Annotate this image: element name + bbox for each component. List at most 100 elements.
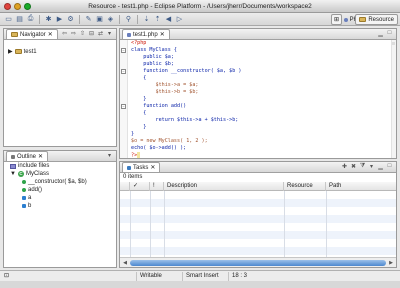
print-icon[interactable]: ⎙ (26, 15, 35, 24)
table-row[interactable] (120, 247, 396, 255)
fold-toggle-icon[interactable]: − (121, 69, 126, 74)
task-count: 0 items (123, 174, 143, 180)
table-row[interactable] (120, 199, 396, 207)
tasks-view: Tasks ✕ ✚ ✖ ⧩ ▾ ▁ □ 0 items ✓ ! Descript… (119, 161, 397, 268)
column-divider (150, 191, 151, 257)
navigator-view: Navigator ✕ ⇦ ⇨ ⇧ ⊟ ⇄ ▾ ▶ test1 (3, 28, 117, 147)
view-menu-icon[interactable]: ▾ (106, 152, 113, 159)
scrollbar-thumb[interactable] (130, 260, 386, 266)
zoom-window-button[interactable] (24, 3, 31, 10)
tab-tasks[interactable]: Tasks ✕ (122, 162, 161, 172)
scroll-right-icon[interactable]: ▶ (387, 259, 395, 267)
status-cursor-position: 18 : 3 (228, 272, 268, 281)
expand-arrow-icon[interactable]: ▶ (8, 48, 13, 55)
fold-toggle-icon[interactable]: − (121, 48, 126, 53)
tree-item-project[interactable]: ▶ test1 (8, 48, 37, 56)
search-icon[interactable]: ⚲ (124, 15, 133, 24)
code-line: <?php (131, 40, 147, 46)
outline-item[interactable]: ▼ C MyClass (10, 171, 49, 177)
column-completed[interactable]: ✓ (130, 182, 150, 191)
new-php-file-icon[interactable]: ▣ (95, 15, 104, 24)
tasks-tabbar: Tasks ✕ ✚ ✖ ⧩ ▾ ▁ □ (120, 162, 396, 173)
code-area[interactable]: − − − <?php class MyClass { public $a; p… (120, 40, 396, 158)
outline-item[interactable]: a (22, 195, 31, 201)
close-icon[interactable]: ✕ (150, 164, 155, 171)
external-tools-icon[interactable]: ⚙ (66, 15, 75, 24)
save-icon[interactable]: ▤ (15, 15, 24, 24)
maximize-icon[interactable]: □ (386, 30, 393, 37)
collapse-arrow-icon[interactable]: ▼ (10, 171, 16, 177)
back-icon[interactable]: ⇦ (61, 30, 68, 37)
column-resource[interactable]: Resource (284, 182, 326, 191)
outline-view: Outline ✕ ▾ include files ▼ C MyClass __… (3, 150, 117, 268)
outline-item[interactable]: include files (10, 163, 49, 169)
debug-icon[interactable]: ✱ (44, 15, 53, 24)
overview-marker[interactable] (392, 42, 395, 45)
forward-icon[interactable]: ▷ (175, 15, 184, 24)
main-toolbar: ▭ ▤ ⎙ ✱ ▶ ⚙ ✎ ▣ ◈ ⚲ ⇣ ⇡ ◀ ▷ ⊞ PHP Resour… (0, 13, 400, 26)
horizontal-scrollbar[interactable]: ◀ ▶ (120, 257, 396, 267)
window-title: Resource - test1.php - Eclipse Platform … (88, 2, 312, 10)
filter-icon[interactable]: ⧩ (359, 163, 366, 170)
column-spacer (120, 182, 130, 191)
run-icon[interactable]: ▶ (55, 15, 64, 24)
navigator-icon (11, 32, 18, 37)
resource-perspective-button[interactable]: Resource (355, 14, 398, 25)
minimize-icon[interactable]: ▁ (377, 30, 384, 37)
next-annotation-icon[interactable]: ⇣ (142, 15, 151, 24)
column-priority[interactable]: ! (150, 182, 164, 191)
table-row[interactable] (120, 231, 396, 239)
view-menu-icon[interactable]: ▾ (106, 30, 113, 37)
collapse-all-icon[interactable]: ⊟ (88, 30, 95, 37)
outline-item-label: a (28, 195, 32, 201)
toolbar-divider (79, 14, 80, 24)
tasks-icon (127, 165, 131, 170)
class-icon: C (17, 171, 24, 177)
minimize-icon[interactable]: ▁ (377, 163, 384, 170)
toolbar-divider (119, 14, 120, 24)
scroll-left-icon[interactable]: ◀ (121, 259, 129, 267)
tasks-title: Tasks (133, 164, 149, 171)
fold-toggle-icon[interactable]: − (121, 104, 126, 109)
outline-actions: ▾ (106, 152, 113, 159)
code-line: { (131, 75, 147, 81)
open-type-icon[interactable]: ◈ (106, 15, 115, 24)
code-line: $o = new MyClass( 1, 2 ); (131, 138, 208, 144)
view-menu-icon[interactable]: ▾ (368, 163, 375, 170)
include-icon (10, 163, 16, 169)
fast-view-icon[interactable]: ⊡ (4, 272, 9, 279)
add-task-icon[interactable]: ✚ (341, 163, 348, 170)
close-icon[interactable]: ✕ (38, 153, 43, 160)
status-writable: Writable (136, 272, 182, 281)
field-icon (22, 204, 26, 208)
close-window-button[interactable] (4, 3, 11, 10)
tab-navigator[interactable]: Navigator ✕ (6, 29, 58, 39)
new-php-project-icon[interactable]: ✎ (84, 15, 93, 24)
close-icon[interactable]: ✕ (48, 31, 53, 38)
column-path[interactable]: Path (326, 182, 396, 191)
overview-ruler[interactable] (391, 40, 396, 158)
window-bottom-edge (0, 281, 400, 288)
tab-editor-file[interactable]: test1.php ✕ (122, 29, 170, 39)
text-caret (137, 152, 141, 158)
link-editor-icon[interactable]: ⇄ (97, 30, 104, 37)
status-bar: ⊡ Writable Smart Insert 18 : 3 (0, 270, 400, 281)
minimize-window-button[interactable] (14, 3, 21, 10)
column-divider (326, 191, 327, 257)
new-icon[interactable]: ▭ (4, 15, 13, 24)
outline-item-label: MyClass (25, 171, 49, 177)
navigator-actions: ⇦ ⇨ ⇧ ⊟ ⇄ ▾ (61, 30, 113, 37)
outline-item[interactable]: add() (22, 187, 42, 193)
back-icon[interactable]: ◀ (164, 15, 173, 24)
up-icon[interactable]: ⇧ (79, 30, 86, 37)
delete-task-icon[interactable]: ✖ (350, 163, 357, 170)
outline-item[interactable]: __constructor( $a, $b) (22, 179, 87, 185)
tab-outline[interactable]: Outline ✕ (6, 151, 49, 161)
close-icon[interactable]: ✕ (160, 31, 165, 38)
column-description[interactable]: Description (164, 182, 284, 191)
maximize-icon[interactable]: □ (386, 163, 393, 170)
table-row[interactable] (120, 215, 396, 223)
forward-icon[interactable]: ⇨ (70, 30, 77, 37)
outline-item[interactable]: b (22, 203, 31, 209)
previous-annotation-icon[interactable]: ⇡ (153, 15, 162, 24)
